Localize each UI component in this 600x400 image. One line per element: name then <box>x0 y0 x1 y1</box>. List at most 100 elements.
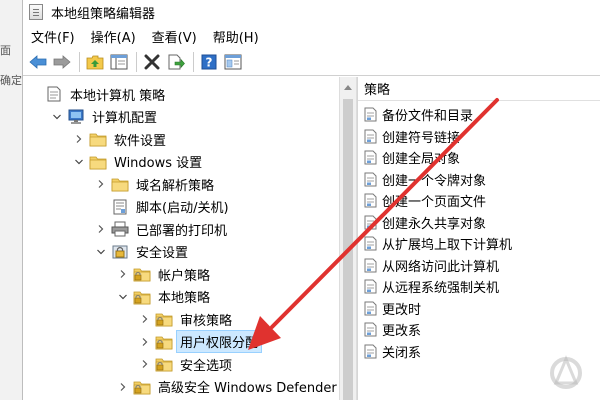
tree-item-label: 脚本(启动/关机) <box>136 201 229 217</box>
tree-item[interactable]: 软件设置 <box>23 128 339 151</box>
policy-item-label: 从网络访问此计算机 <box>382 259 500 275</box>
chevron-down-icon[interactable] <box>93 244 109 260</box>
computer-icon <box>67 109 85 125</box>
policy-item[interactable]: 从网络访问此计算机 <box>358 255 600 277</box>
security-icon <box>111 244 129 260</box>
policy-item-label: 备份文件和目录 <box>382 109 474 125</box>
scrollbar-thumb[interactable] <box>343 99 353 400</box>
tree-item[interactable]: 用户权限分配 <box>23 330 339 354</box>
folder-lock-icon <box>133 379 151 395</box>
group-policy-editor-window: 本地组策略编辑器 文件(F) 操作(A) 查看(V) 帮助(H) ? 本地计算机… <box>22 0 600 400</box>
tree-item[interactable]: 域名解析策略 <box>23 173 339 196</box>
policy-setting-icon <box>364 215 378 230</box>
tree-item[interactable]: 审核策略 <box>23 308 339 331</box>
window-title: 本地组策略编辑器 <box>51 6 156 22</box>
tree-item-label: 域名解析策略 <box>136 178 215 194</box>
delete-icon[interactable] <box>141 51 163 73</box>
menu-file[interactable]: 文件(F) <box>31 27 75 46</box>
policy-item-label: 创建符号链接 <box>382 130 461 146</box>
tree-item[interactable]: 已部署的打印机 <box>23 218 339 241</box>
folder-icon <box>89 131 107 147</box>
policy-setting-icon <box>364 193 378 208</box>
chevron-down-icon[interactable] <box>49 109 65 125</box>
toolbar-separator <box>79 51 80 72</box>
policy-setting-icon <box>364 279 378 294</box>
tree-item[interactable]: 安全设置 <box>23 241 339 264</box>
policy-item[interactable]: 创建全局对象 <box>358 147 600 169</box>
tree-item-label: 审核策略 <box>180 313 233 329</box>
policy-item[interactable]: 从扩展坞上取下计算机 <box>358 233 600 255</box>
policy-setting-icon <box>364 107 378 122</box>
chevron-right-icon[interactable] <box>71 131 87 147</box>
policy-setting-icon <box>364 344 378 359</box>
export-icon[interactable] <box>165 51 187 73</box>
back-icon[interactable] <box>27 51 49 73</box>
tree-item[interactable]: 安全选项 <box>23 353 339 376</box>
policy-doc-icon <box>45 86 63 102</box>
tree-item-label: Windows 设置 <box>114 156 203 172</box>
app-icon <box>29 4 43 20</box>
chevron-right-icon[interactable] <box>93 221 109 237</box>
policy-item-label: 创建一个页面文件 <box>382 195 487 211</box>
tree-item[interactable]: 脚本(启动/关机) <box>23 196 339 219</box>
menu-bar: 文件(F) 操作(A) 查看(V) 帮助(H) <box>23 24 600 48</box>
policy-item[interactable]: 更改系 <box>358 319 600 341</box>
background-fragment: 面 <box>0 44 11 57</box>
policy-item-label: 创建永久共享对象 <box>382 216 487 232</box>
policy-item[interactable]: 创建一个页面文件 <box>358 190 600 212</box>
chevron-right-icon[interactable] <box>137 356 153 372</box>
policy-item[interactable]: 创建永久共享对象 <box>358 212 600 234</box>
main-content: 本地计算机 策略计算机配置软件设置 Windows 设置域名解析策略 脚本(启动/关… <box>23 77 600 400</box>
policy-setting-icon <box>364 236 378 251</box>
policy-item[interactable]: 创建符号链接 <box>358 126 600 148</box>
policy-setting-icon <box>364 301 378 316</box>
policy-item[interactable]: 从远程系统强制关机 <box>358 276 600 298</box>
tree-item[interactable]: 帐户策略 <box>23 263 339 286</box>
help-icon[interactable]: ? <box>198 51 220 73</box>
toolbar-separator <box>136 51 137 72</box>
tree-item[interactable]: 本地策略 <box>23 286 339 309</box>
tree-item[interactable]: Windows 设置 <box>23 151 339 174</box>
chevron-down-icon[interactable] <box>115 289 131 305</box>
tree-item-label: 本地计算机 策略 <box>70 88 166 104</box>
properties-icon[interactable] <box>222 51 244 73</box>
folder-lock-icon <box>133 289 151 305</box>
tree-item[interactable]: 高级安全 Windows Defender 防 <box>23 376 339 399</box>
tree-item-label: 本地策略 <box>158 291 211 307</box>
policy-column-header[interactable]: 策略 <box>358 77 600 101</box>
tree-item-label: 高级安全 Windows Defender 防 <box>158 381 339 397</box>
chevron-right-icon[interactable] <box>115 266 131 282</box>
tree-item-label: 已部署的打印机 <box>136 223 228 239</box>
scroll-up-icon[interactable] <box>344 85 352 90</box>
forward-icon[interactable] <box>51 51 73 73</box>
console-tree: 本地计算机 策略计算机配置软件设置 Windows 设置域名解析策略 脚本(启动/关… <box>23 77 339 400</box>
show-tree-icon[interactable] <box>108 51 130 73</box>
tree-item-label: 帐户策略 <box>158 268 211 284</box>
folder-lock-icon <box>155 311 173 327</box>
policy-item-label: 创建一个令牌对象 <box>382 173 487 189</box>
chevron-right-icon[interactable] <box>115 379 131 395</box>
up-folder-icon[interactable] <box>84 51 106 73</box>
tree-item[interactable]: 计算机配置 <box>23 106 339 129</box>
policy-item[interactable]: 更改时 <box>358 298 600 320</box>
policy-item[interactable]: 创建一个令牌对象 <box>358 169 600 191</box>
policy-item-label: 更改系 <box>382 324 422 340</box>
tree-scrollbar[interactable] <box>339 77 357 400</box>
chevron-right-icon[interactable] <box>93 176 109 192</box>
policy-item-label: 从扩展坞上取下计算机 <box>382 238 513 254</box>
policy-item[interactable]: 备份文件和目录 <box>358 104 600 126</box>
chevron-down-icon[interactable] <box>71 154 87 170</box>
chevron-right-icon[interactable] <box>137 334 153 350</box>
title-bar: 本地组策略编辑器 <box>23 0 600 24</box>
background-window-edge: 面 确定 <box>0 0 22 400</box>
menu-action[interactable]: 操作(A) <box>91 27 136 46</box>
menu-help[interactable]: 帮助(H) <box>213 27 259 46</box>
policy-item[interactable]: 关闭系 <box>358 341 600 363</box>
menu-view[interactable]: 查看(V) <box>152 27 197 46</box>
chevron-right-icon[interactable] <box>137 311 153 327</box>
policy-setting-icon <box>364 172 378 187</box>
policy-pane: 策略 备份文件和目录 创建符号链接 创建全局对象创建一个令牌对象 创建一个页面文件 创建… <box>357 77 600 400</box>
tree-item[interactable]: 本地计算机 策略 <box>23 83 339 106</box>
tree-item-label: 软件设置 <box>114 133 167 149</box>
